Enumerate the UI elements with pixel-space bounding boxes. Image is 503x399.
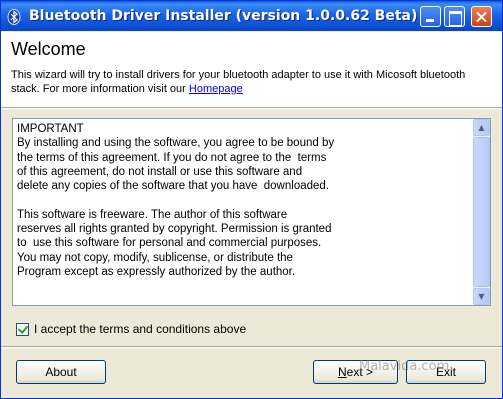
accept-label[interactable]: I accept the terms and conditions above [34, 322, 246, 336]
accept-terms-row[interactable]: I accept the terms and conditions above [16, 321, 246, 337]
homepage-link[interactable]: Homepage [189, 83, 243, 95]
header-divider [1, 107, 502, 109]
window-title: Bluetooth Driver Installer (version 1.0.… [29, 8, 418, 24]
page-title: Welcome [11, 39, 86, 59]
intro-text: This wizard will try to install drivers … [11, 68, 481, 96]
next-mnemonic: N [337, 365, 347, 379]
minimize-button[interactable] [420, 6, 441, 27]
wizard-header: Welcome This wizard will try to install … [1, 32, 502, 107]
scroll-down-icon[interactable]: ▼ [473, 288, 490, 305]
scroll-up-icon[interactable]: ▲ [473, 119, 490, 136]
exit-button[interactable]: Exit [406, 360, 486, 384]
installer-window: Bluetooth Driver Installer (version 1.0.… [0, 0, 503, 399]
next-label: ext > [346, 365, 374, 379]
accept-checkbox[interactable] [16, 322, 29, 336]
maximize-button[interactable] [444, 6, 465, 27]
next-button[interactable]: Next > [313, 360, 398, 384]
license-text: IMPORTANT By installing and using the so… [17, 123, 335, 278]
close-button[interactable] [471, 6, 492, 27]
footer-divider [1, 346, 502, 348]
scroll-thumb[interactable] [473, 137, 490, 287]
license-textbox[interactable]: IMPORTANT By installing and using the so… [12, 118, 491, 306]
about-button[interactable]: About [16, 360, 106, 384]
bluetooth-icon [7, 9, 21, 25]
license-scrollbar[interactable]: ▲ ▼ [473, 119, 490, 305]
title-bar[interactable]: Bluetooth Driver Installer (version 1.0.… [1, 1, 502, 31]
